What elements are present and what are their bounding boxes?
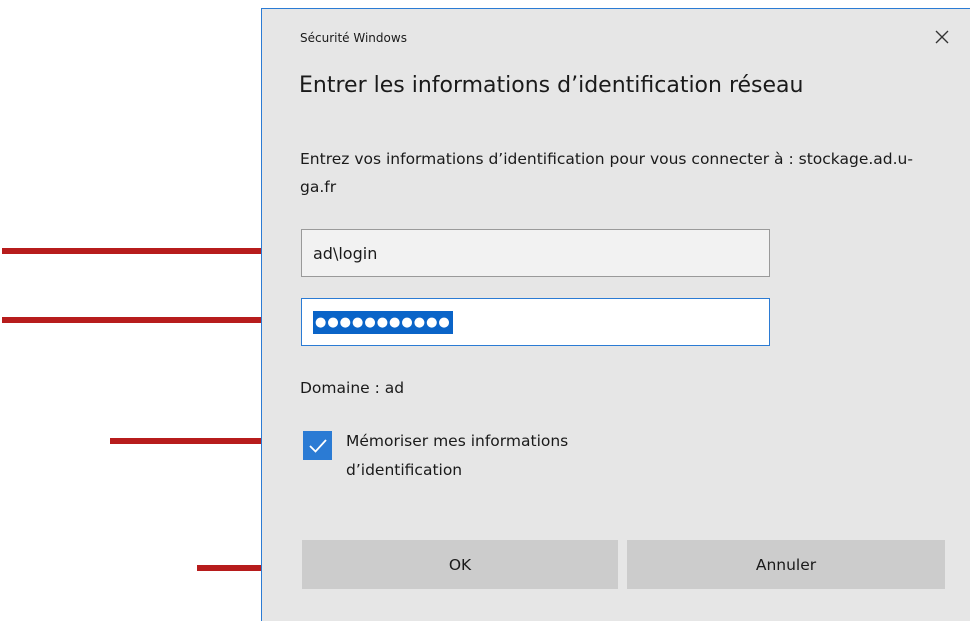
app-title: Sécurité Windows [300,31,407,45]
remember-label[interactable]: Mémoriser mes informations d’identificat… [346,427,646,485]
password-value: ●●●●●●●●●●● [313,310,453,334]
password-field[interactable]: ●●●●●●●●●●● [301,298,770,346]
dialog-message: Entrez vos informations d’identification… [300,150,913,196]
close-button[interactable] [932,27,952,47]
cancel-button[interactable]: Annuler [627,540,945,589]
username-field[interactable]: ad\login [301,229,770,277]
dialog-heading: Entrer les informations d’identification… [299,73,804,98]
ok-button[interactable]: OK [302,540,618,589]
checkmark-icon [308,438,327,453]
credentials-dialog: Sécurité Windows Entrer les informations… [261,8,970,621]
username-value: ad\login [313,243,378,263]
remember-checkbox[interactable] [303,431,332,460]
domain-label: Domaine : ad [300,379,405,397]
close-icon [935,30,949,44]
